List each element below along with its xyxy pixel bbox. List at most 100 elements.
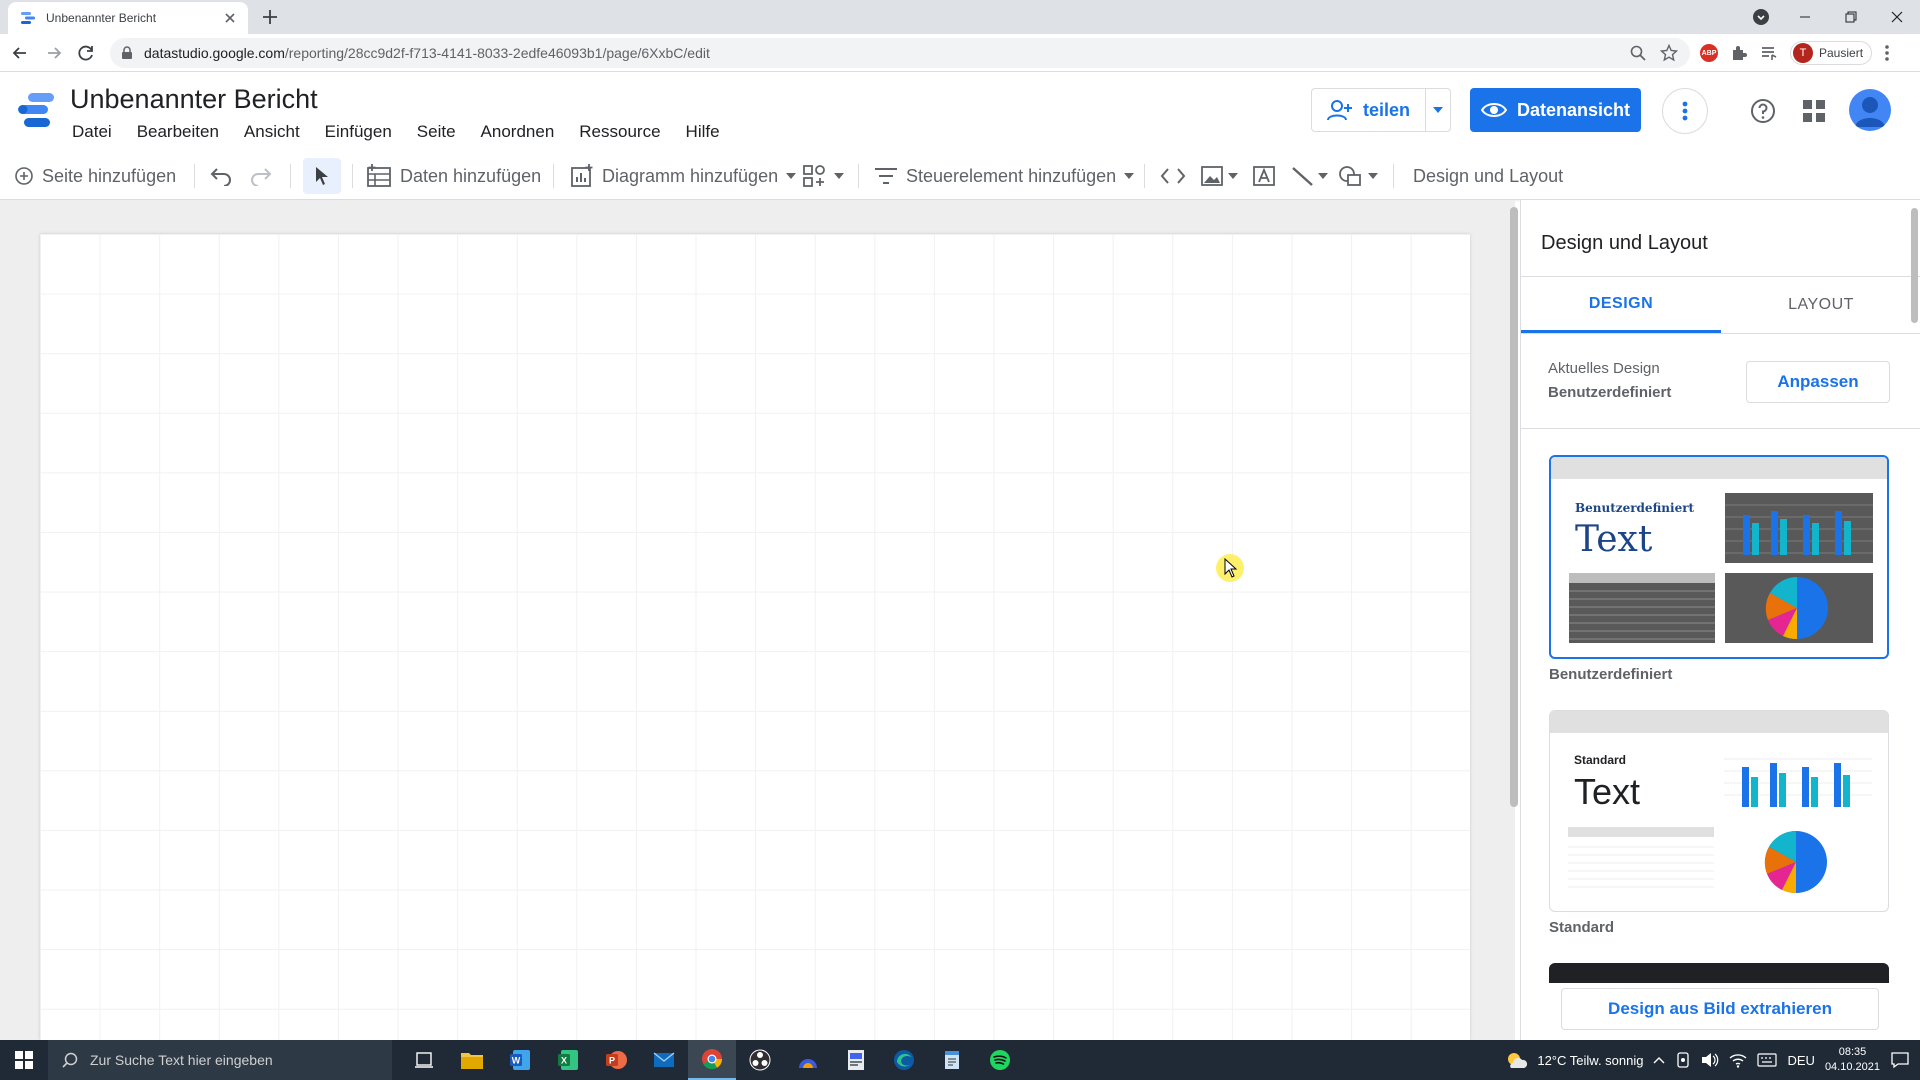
minimize-window-button[interactable]	[1782, 0, 1828, 34]
canvas-scrollbar[interactable]	[1510, 207, 1518, 807]
input-language[interactable]: DEU	[1787, 1053, 1814, 1068]
extract-theme-button[interactable]: Design aus Bild extrahieren	[1561, 988, 1879, 1030]
toolbar-divider	[352, 164, 353, 188]
chevron-up-icon[interactable]	[1653, 1056, 1665, 1064]
add-data-icon	[367, 164, 391, 187]
add-circle-icon	[15, 167, 33, 185]
forward-icon[interactable]	[44, 43, 64, 63]
browser-menu-icon[interactable]	[1884, 44, 1890, 62]
weather-sun-cloud-icon[interactable]	[1505, 1051, 1528, 1069]
share-options-button[interactable]	[1426, 107, 1450, 113]
start-button[interactable]	[0, 1040, 48, 1080]
theme-card-standard[interactable]: Standard Text	[1549, 710, 1889, 912]
taskbar-excel[interactable]: X	[544, 1040, 592, 1080]
text-box-icon[interactable]	[1252, 165, 1276, 187]
taskbar-word[interactable]: W	[496, 1040, 544, 1080]
help-icon[interactable]	[1750, 98, 1776, 124]
tab-layout[interactable]: LAYOUT	[1721, 277, 1920, 333]
keyboard-icon[interactable]	[1757, 1053, 1778, 1067]
reload-icon[interactable]	[76, 43, 96, 63]
task-view-button[interactable]	[400, 1040, 448, 1080]
taskbar-notepad[interactable]	[928, 1040, 976, 1080]
zoom-icon[interactable]	[1630, 45, 1646, 61]
extensions-puzzle-icon[interactable]	[1730, 44, 1748, 62]
google-apps-icon[interactable]	[1802, 99, 1826, 123]
shape-icon[interactable]	[1338, 165, 1380, 187]
browser-tab[interactable]: Unbenannter Bericht	[8, 2, 248, 34]
add-page-label: Seite hinzufügen	[42, 165, 177, 186]
bookmark-star-icon[interactable]	[1660, 44, 1678, 62]
select-tool-button[interactable]	[303, 158, 341, 194]
back-icon[interactable]	[10, 43, 30, 63]
wifi-icon[interactable]	[1729, 1052, 1747, 1068]
panel-title: Design und Layout	[1541, 232, 1708, 254]
customize-button[interactable]: Anpassen	[1746, 361, 1890, 403]
undo-icon[interactable]	[210, 166, 232, 186]
person-icon	[1855, 97, 1885, 127]
weather-text[interactable]: 12°C Teilw. sonnig	[1537, 1053, 1643, 1068]
theme-card-dark[interactable]	[1549, 963, 1889, 983]
menu-anordnen[interactable]: Anordnen	[481, 122, 555, 142]
view-mode-button[interactable]: Datenansicht	[1470, 88, 1641, 132]
theme-card-custom[interactable]: Benutzerdefiniert Text	[1549, 455, 1889, 659]
taskbar-edge[interactable]	[880, 1040, 928, 1080]
account-avatar[interactable]	[1849, 89, 1891, 131]
notifications-icon[interactable]	[1890, 1051, 1910, 1069]
clock[interactable]: 08:35 04.10.2021	[1825, 1045, 1880, 1075]
add-data-button[interactable]: Daten hinzufügen	[366, 152, 541, 200]
tab-design[interactable]: DESIGN	[1521, 277, 1721, 333]
menu-ressource[interactable]: Ressource	[579, 122, 660, 142]
volume-icon[interactable]	[1701, 1052, 1719, 1068]
embed-code-icon[interactable]	[1160, 166, 1186, 186]
menu-ansicht[interactable]: Ansicht	[244, 122, 300, 142]
taskbar-app-arch[interactable]	[784, 1040, 832, 1080]
redo-icon[interactable]	[250, 166, 272, 186]
share-button[interactable]: teilen	[1312, 89, 1426, 131]
reading-list-icon[interactable]	[1760, 44, 1778, 62]
svg-text:P: P	[609, 1056, 615, 1066]
taskbar-obs[interactable]	[736, 1040, 784, 1080]
restore-window-button[interactable]	[1828, 0, 1874, 34]
close-window-button[interactable]	[1874, 0, 1920, 34]
report-page[interactable]	[40, 234, 1470, 1040]
add-control-button[interactable]: Steuerelement hinzufügen	[874, 152, 1135, 200]
taskbar-chrome[interactable]	[688, 1040, 736, 1080]
taskbar-file-explorer[interactable]	[448, 1040, 496, 1080]
tab-search-icon[interactable]	[1752, 8, 1770, 26]
taskbar-spotify[interactable]	[976, 1040, 1024, 1080]
new-tab-icon[interactable]	[260, 7, 280, 27]
chevron-down-icon	[1124, 173, 1135, 179]
arch-app-icon	[799, 1059, 817, 1068]
adblock-extension-icon[interactable]: ABP	[1700, 44, 1718, 62]
menu-datei[interactable]: Datei	[72, 122, 112, 142]
theme-layout-button[interactable]: Design und Layout	[1413, 152, 1563, 200]
menu-hilfe[interactable]: Hilfe	[686, 122, 720, 142]
taskbar-search-box[interactable]: Zur Suche Text hier eingeben	[48, 1040, 392, 1080]
data-studio-logo-icon[interactable]	[18, 91, 56, 129]
taskbar-app-document[interactable]	[832, 1040, 880, 1080]
image-icon[interactable]	[1200, 165, 1240, 187]
task-view-icon	[415, 1052, 433, 1068]
report-title[interactable]: Unbenannter Bericht	[70, 84, 318, 115]
menu-seite[interactable]: Seite	[417, 122, 456, 142]
line-icon[interactable]	[1290, 165, 1330, 187]
profile-button[interactable]: T Pausiert	[1790, 41, 1873, 65]
add-data-label: Daten hinzufügen	[400, 165, 542, 186]
chevron-down-icon	[786, 173, 797, 179]
panel-scrollbar[interactable]	[1911, 208, 1918, 323]
menu-bearbeiten[interactable]: Bearbeiten	[137, 122, 219, 142]
community-visualizations-button[interactable]	[802, 152, 844, 200]
add-page-button[interactable]: Seite hinzufügen	[14, 152, 176, 200]
address-bar[interactable]: datastudio.google.com/reporting/28cc9d2f…	[110, 38, 1690, 68]
taskbar-mail[interactable]	[640, 1040, 688, 1080]
report-canvas-area	[0, 200, 1518, 1040]
menu-einfuegen[interactable]: Einfügen	[325, 122, 392, 142]
close-tab-icon[interactable]	[222, 10, 238, 26]
taskbar-powerpoint[interactable]: P	[592, 1040, 640, 1080]
more-options-button[interactable]	[1662, 88, 1708, 134]
theme-preview-title: Standard	[1574, 753, 1627, 767]
add-chart-button[interactable]: Diagramm hinzufügen	[570, 152, 797, 200]
theme-preview-pie-chart	[1725, 573, 1873, 643]
meet-now-icon[interactable]	[1675, 1052, 1691, 1068]
current-theme-value: Benutzerdefiniert	[1548, 384, 1672, 401]
